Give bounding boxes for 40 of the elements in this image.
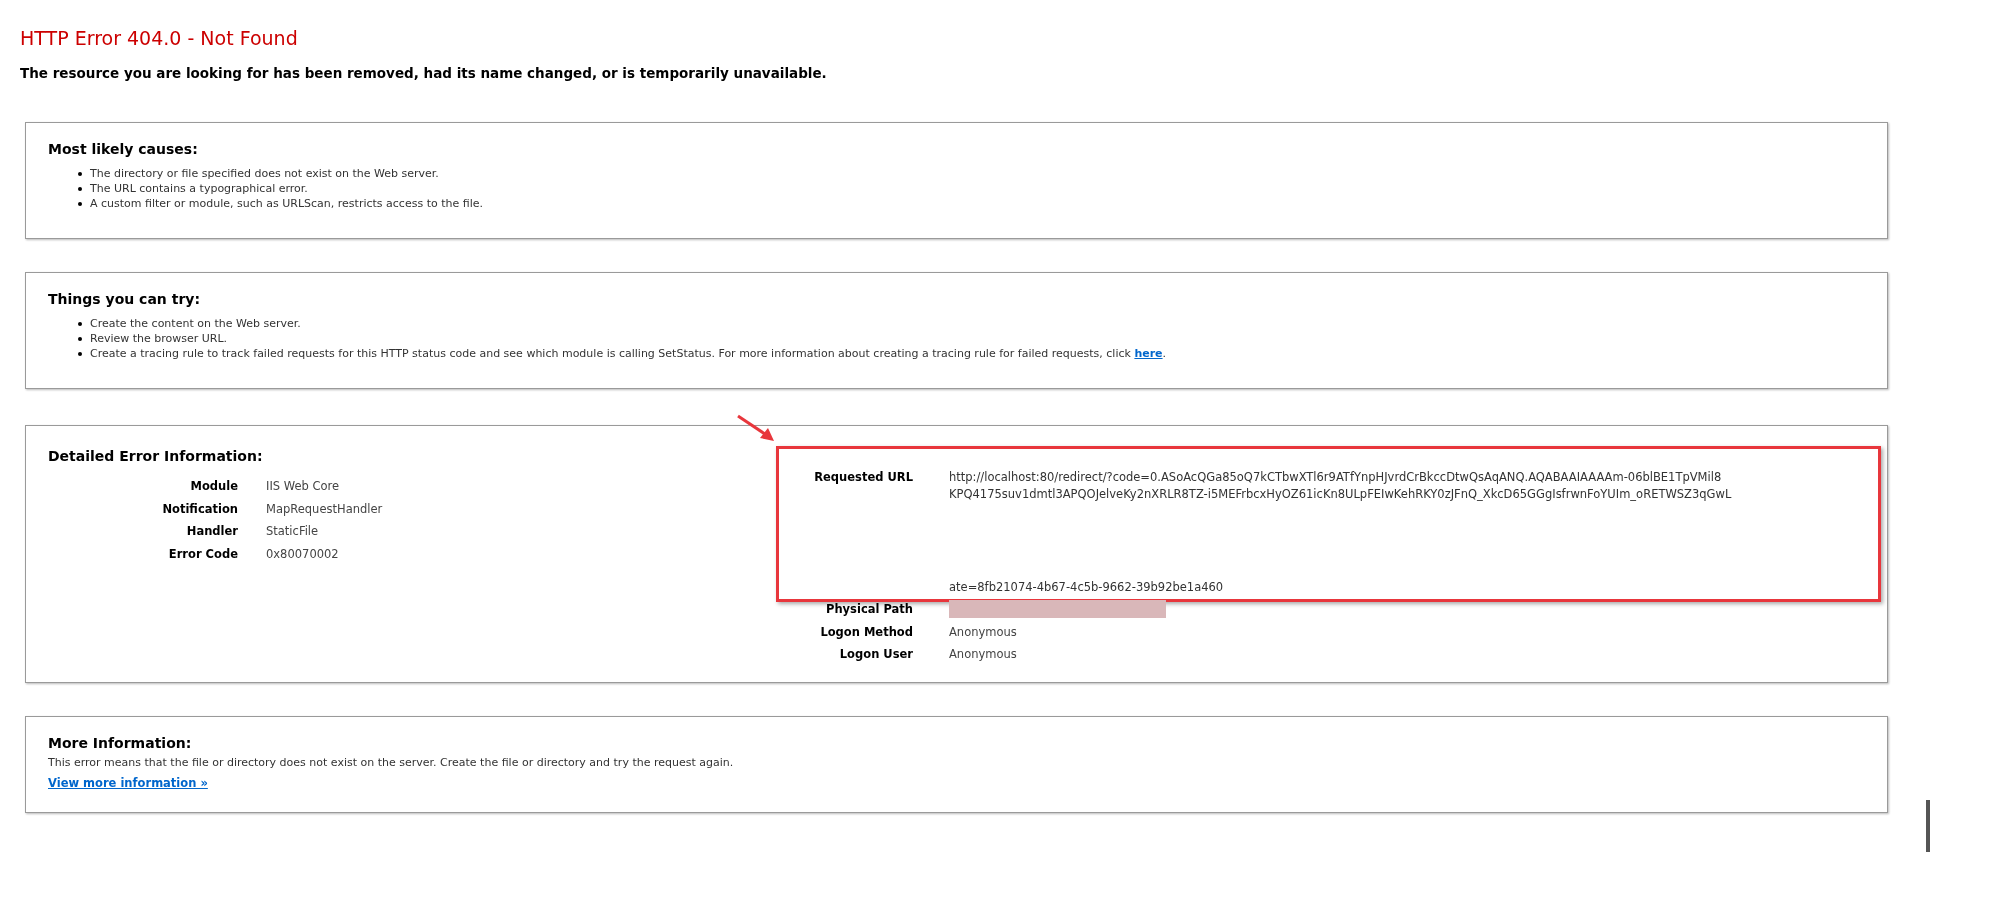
section-heading: Things you can try: (48, 290, 200, 309)
list-text: A custom filter or module, such as URLScan, restricts access to the file. (90, 196, 483, 211)
url-text: KPQ4175suv1dmtl3APQOJelveKy2nXRLR8TZ-i5MEFrbcxHyOZ61icKn8ULpFEIwKehRKY0zJFnQ_XkcD65GGgIsfrwnFoYUIm_oRETWSZ3qGwL (949, 486, 1732, 503)
view-more-link[interactable]: View more information » (48, 776, 208, 790)
cursor-icon (1926, 800, 1930, 852)
field-value: 0x80070002 (266, 546, 339, 561)
list-text: The directory or file specified does not exist on the Web server. (90, 166, 439, 181)
arrow-icon (736, 414, 776, 444)
field-label: Logon Method (820, 624, 913, 639)
list-text: Review the browser URL. (90, 331, 228, 346)
field-value: MapRequestHandler (266, 501, 383, 516)
error-title: HTTP Error 404.0 - Not Found (20, 26, 298, 50)
field-label: Physical Path (826, 602, 913, 616)
here-link[interactable]: here (1134, 347, 1163, 360)
bullet-icon (78, 171, 82, 176)
bullet-icon (78, 351, 82, 356)
info-text: This error means that the file or directory does not exist on the server. Create the file or directory and try the request again. (48, 755, 735, 770)
bullet-icon (78, 201, 82, 206)
list-text: Create the content on the Web server. (90, 316, 301, 331)
field-label: Notification (162, 501, 238, 516)
section-heading: Detailed Error Information: (48, 447, 263, 466)
list-text: Create a tracing rule to track failed requests for this HTTP status code and see which module is calling SetStatus. For more information about creating a tracing rule for failed requests, click here. (90, 346, 1167, 361)
field-value: Anonymous (949, 623, 1017, 641)
error-message: The resource you are looking for has been removed, had its name changed, or is temporarily unavailable. (20, 64, 827, 83)
field-label: Requested URL (814, 470, 913, 484)
bullet-icon (78, 321, 82, 326)
section-heading: More Information: (48, 734, 192, 753)
field-label: Logon User (839, 647, 913, 661)
field-value: StaticFile (266, 524, 319, 538)
bullet-icon (78, 186, 82, 191)
section-heading: Most likely causes: (48, 140, 198, 159)
bullet-icon (78, 336, 82, 341)
field-value: IIS Web Core (266, 479, 340, 493)
url-text: http://localhost:80/redirect/?code=0.ASoAcQGa85oQ7kCTbwXTl6r9ATfYnpHJvrdCrBkccDtwQsAqANQ.AQABAAIAAAAm-06blBE1TpVMil8 (949, 469, 1723, 486)
url-text: ate=8fb21074-4b67-4c5b-9662-39b92be1a460 (949, 579, 1225, 596)
field-value: Anonymous (949, 646, 1017, 663)
field-label: Module (190, 479, 238, 493)
list-text: The URL contains a typographical error. (90, 181, 308, 196)
field-label: Error Code (168, 546, 238, 561)
field-label: Handler (186, 524, 238, 538)
